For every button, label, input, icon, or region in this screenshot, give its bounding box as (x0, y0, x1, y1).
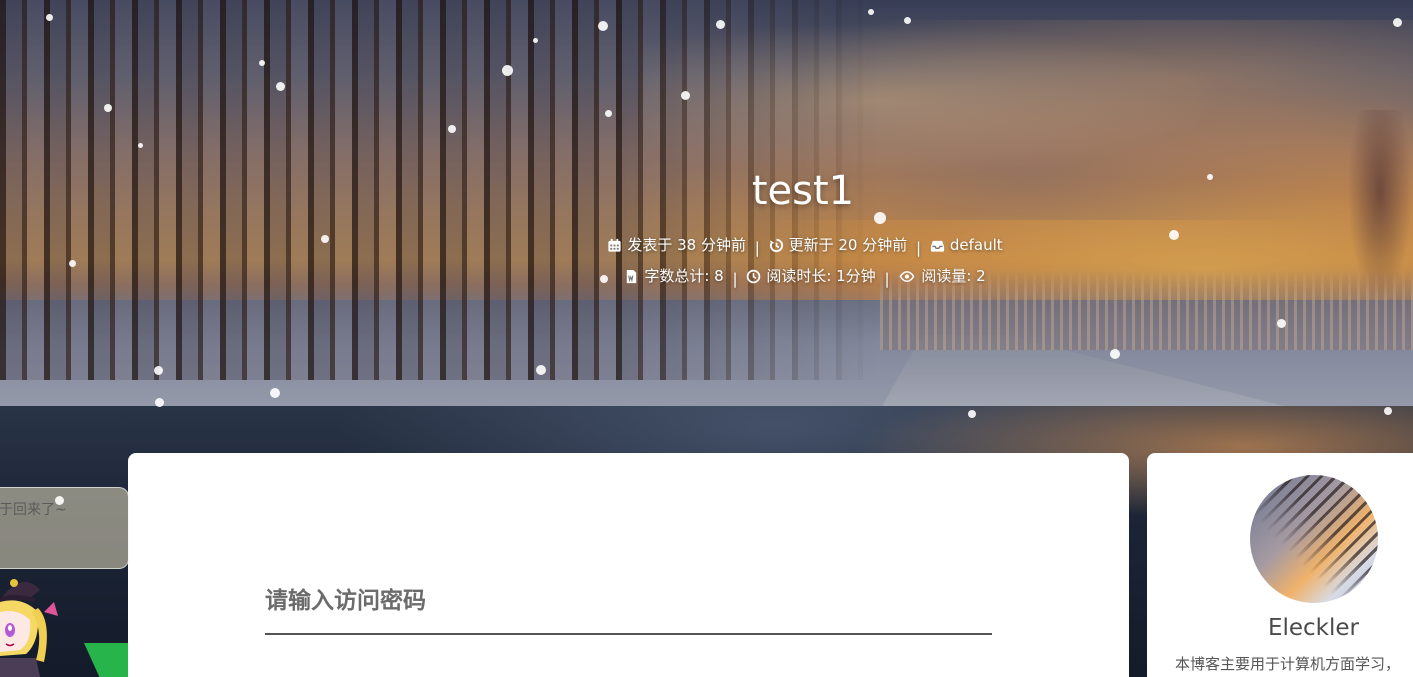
meta-separator: | (884, 269, 890, 288)
post-title: test1 (751, 168, 855, 214)
file-word-icon (627, 269, 637, 283)
password-input[interactable] (265, 615, 992, 635)
calendar-icon (608, 238, 621, 252)
word-count-text: 字数总计: 8 (644, 267, 724, 285)
eye-icon (899, 270, 915, 282)
inbox-icon (930, 240, 944, 252)
author-name: Eleckler (1267, 615, 1360, 641)
read-time-text: 阅读时长: 1分钟 (766, 267, 876, 285)
avatar[interactable] (1250, 475, 1378, 603)
meta-separator: | (916, 238, 922, 257)
category-link[interactable]: default (950, 235, 1003, 255)
mascot-message: 于回来了~ (0, 502, 67, 518)
post-content-card: 请输入访问密码 (128, 453, 1129, 677)
word-count: 字数总计: 8 (624, 266, 724, 286)
updated-text: 更新于 20 分钟前 (788, 236, 908, 254)
meta-separator: | (732, 269, 738, 288)
read-time: 阅读时长: 1分钟 (746, 266, 876, 286)
post-header-banner: test1 发表于 38 分钟前 | 更新于 20 分钟前 | default … (0, 0, 1413, 406)
meta-separator: | (754, 238, 760, 257)
view-count: 阅读量: 2 (898, 266, 986, 286)
mascot-speech-bubble: 于回来了~ (0, 487, 129, 569)
published-date: 发表于 38 分钟前 (607, 235, 746, 255)
author-bio: 本博客主要用于计算机方面学习， (1175, 655, 1401, 673)
published-text: 发表于 38 分钟前 (627, 236, 746, 254)
post-meta-line-1: 发表于 38 分钟前 | 更新于 20 分钟前 | default (0, 235, 1413, 258)
password-prompt-label: 请输入访问密码 (265, 588, 426, 614)
author-profile-card: Eleckler 本博客主要用于计算机方面学习， (1147, 453, 1413, 677)
view-count-text: 阅读量: 2 (921, 267, 986, 285)
updated-date: 更新于 20 分钟前 (769, 235, 908, 255)
history-icon (769, 238, 783, 252)
clock-icon (747, 269, 761, 283)
mascot-character[interactable] (0, 572, 70, 677)
post-meta-line-2: 字数总计: 8 | 阅读时长: 1分钟 | 阅读量: 2 (0, 266, 1413, 289)
post-category[interactable]: default (930, 235, 1003, 255)
